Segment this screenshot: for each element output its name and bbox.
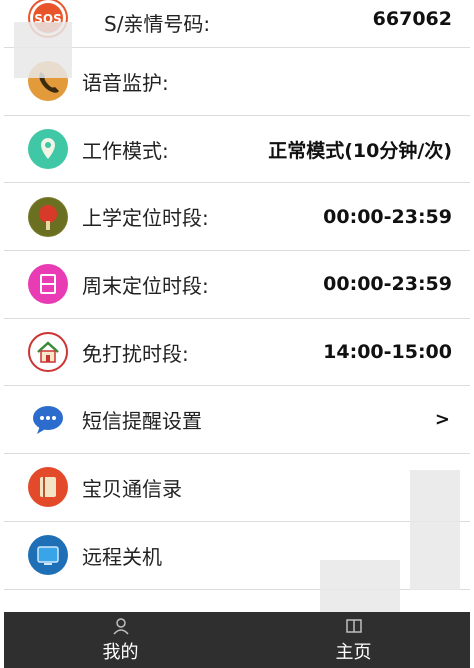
settings-list: SOS S/亲情号码: 667062 语音监护: 工作模式: 正常模式(10分钟… xyxy=(0,0,474,590)
tab-label: 我的 xyxy=(102,642,139,663)
family-number-row[interactable]: SOS S/亲情号码: 667062 xyxy=(4,0,470,48)
bottom-tab-bar: 我的 主页 xyxy=(4,612,470,668)
row-value: 14:00-15:00 xyxy=(323,341,452,364)
row-label: S/亲情号码: xyxy=(104,12,211,36)
sms-reminder-row[interactable]: 短信提醒设置 > xyxy=(4,386,470,455)
school-period-row[interactable]: 上学定位时段: 00:00-23:59 xyxy=(4,183,470,252)
remote-shutdown-icon xyxy=(28,535,68,576)
person-icon xyxy=(112,618,129,635)
tab-mine[interactable]: 我的 xyxy=(4,612,237,668)
row-label: 周末定位时段: xyxy=(82,273,209,298)
weekend-period-row[interactable]: 周末定位时段: 00:00-23:59 xyxy=(4,251,470,319)
tab-home[interactable]: 主页 xyxy=(237,612,470,668)
work-mode-row[interactable]: 工作模式: 正常模式(10分钟/次) xyxy=(4,116,470,184)
calendar-icon xyxy=(28,264,68,305)
row-value: 正常模式(10分钟/次) xyxy=(268,139,452,162)
row-label: 上学定位时段: xyxy=(82,206,209,231)
chevron-right-icon: > xyxy=(434,409,450,431)
chat-bubble-icon xyxy=(28,400,68,440)
row-value: 00:00-23:59 xyxy=(323,205,452,228)
do-not-disturb-row[interactable]: 免打扰时段: 14:00-15:00 xyxy=(4,319,470,387)
school-tree-icon xyxy=(28,196,68,237)
row-label: 免打扰时段: xyxy=(82,341,189,366)
home-book-icon xyxy=(345,619,362,633)
tab-label: 主页 xyxy=(335,642,372,663)
row-label: 短信提醒设置 xyxy=(82,409,202,434)
remote-shutdown-row[interactable]: 远程关机 xyxy=(4,522,470,590)
location-pin-icon xyxy=(28,129,68,170)
row-label: 工作模式: xyxy=(82,138,169,163)
row-label: 宝贝通信录 xyxy=(82,476,182,501)
contacts-book-icon xyxy=(28,467,68,508)
house-icon xyxy=(28,332,68,373)
blur-patch xyxy=(14,22,72,78)
row-label: 远程关机 xyxy=(82,544,162,569)
blur-patch xyxy=(410,470,460,590)
row-value: 667062 xyxy=(372,8,452,30)
row-value: 00:00-23:59 xyxy=(323,273,452,296)
voice-monitor-row[interactable]: 语音监护: xyxy=(4,48,470,116)
contacts-row[interactable]: 宝贝通信录 xyxy=(4,454,470,522)
row-label: 语音监护: xyxy=(82,70,169,95)
